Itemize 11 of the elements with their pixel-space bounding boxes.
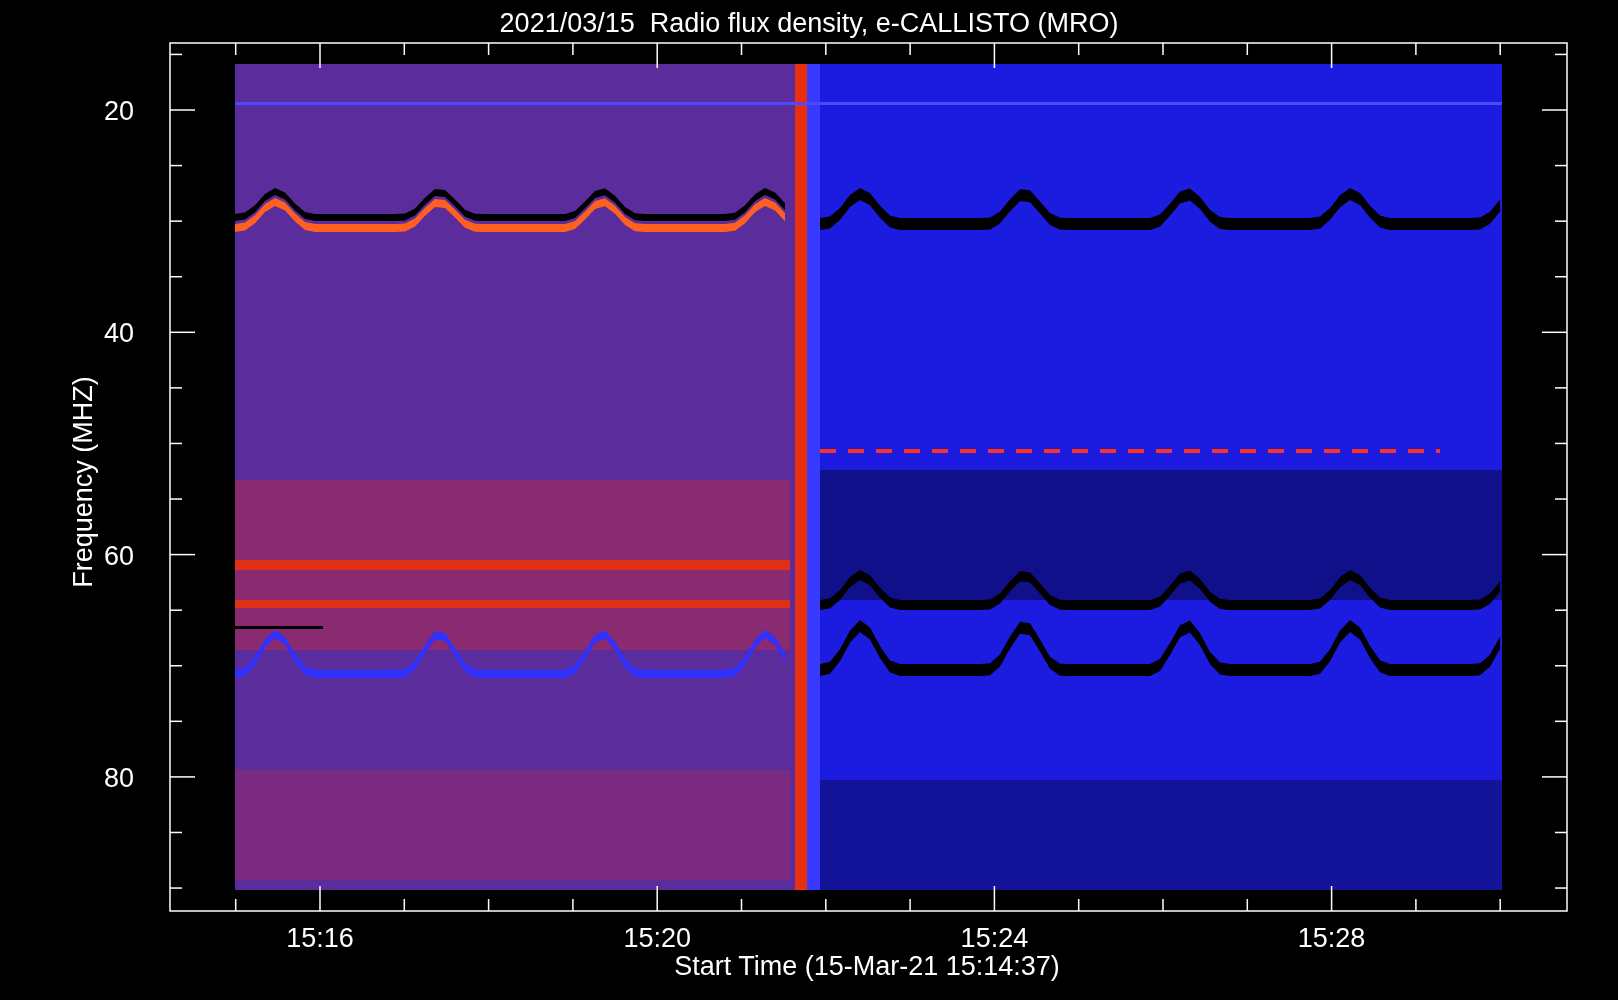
x-axis-label: Start Time (15-Mar-21 15:14:37) bbox=[674, 951, 1060, 981]
y-tick-label: 60 bbox=[103, 540, 134, 571]
y-tick-label: 40 bbox=[103, 318, 134, 349]
x-tick-label: 15:16 bbox=[286, 923, 354, 953]
y-tick-label: 20 bbox=[103, 96, 134, 126]
y-tick-label: 80 bbox=[103, 762, 134, 793]
y-axis-label: Frequency (MHZ) bbox=[68, 376, 98, 588]
x-tick-label: 15:28 bbox=[1297, 923, 1366, 953]
x-tick-label: 15:24 bbox=[960, 923, 1029, 953]
chart-title: 2021/03/15 Radio flux density, e-CALLISTO (MRO) bbox=[499, 8, 1119, 38]
x-tick-label: 15:20 bbox=[623, 923, 691, 953]
